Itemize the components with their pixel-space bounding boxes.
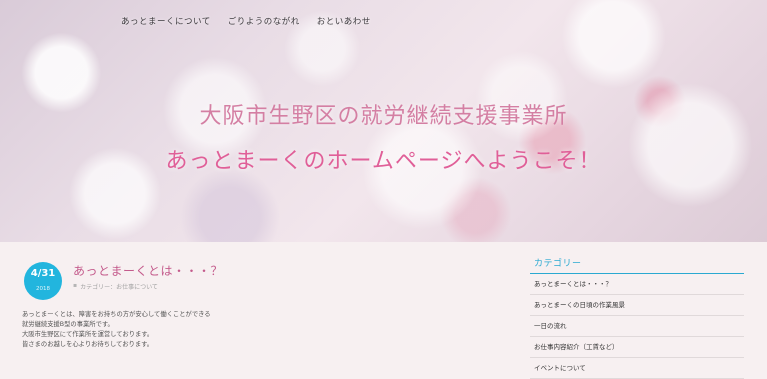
post-excerpt: あっとまーくとは、障害をお持ちの方が安心して働くことができる 就労継続支援B型の… — [22, 310, 302, 350]
folder-icon: ▪ — [73, 282, 78, 289]
post-category: ▪ カテゴリー：お仕事について — [73, 282, 158, 291]
hero-title-line2: あっとまーくのホームページへようこそ！ — [165, 149, 602, 174]
sidebar-item-about[interactable]: あっとまーくとは・・・？ — [530, 274, 744, 295]
hero-title-line1: 大阪市生野区の就労継続支援事業所 — [199, 104, 568, 129]
sidebar-heading: カテゴリー — [530, 256, 744, 274]
sidebar-item-daily-work[interactable]: あっとまーくの日頃の作業風景 — [530, 295, 744, 316]
sidebar-categories: カテゴリー あっとまーくとは・・・？ あっとまーくの日頃の作業風景 一日の流れ … — [530, 256, 744, 379]
post-category-label[interactable]: カテゴリー：お仕事について — [80, 282, 158, 291]
nav-item-contact[interactable]: おといあわせ — [317, 15, 371, 27]
sidebar-item-work-content[interactable]: お仕事内容紹介（工賃など） — [530, 337, 744, 358]
post-year: 2018 — [36, 286, 50, 292]
main-content: 4/31 2018 あっとまーくとは・・・？ ▪ カテゴリー：お仕事について あ… — [0, 242, 767, 379]
hero-banner: あっとまーくについて ごりようのながれ おといあわせ 大阪市生野区の就労継続支援… — [0, 0, 767, 242]
sidebar-item-events[interactable]: イベントについて — [530, 358, 744, 379]
post-body-line: 皆さまのお越しを心よりお待ちしております。 — [22, 341, 154, 348]
post-body-line: あっとまーくとは、障害をお持ちの方が安心して働くことができる — [22, 311, 211, 318]
main-nav: あっとまーくについて ごりようのながれ おといあわせ — [121, 15, 371, 27]
post-title-link[interactable]: あっとまーくとは・・・？ — [73, 262, 223, 279]
nav-item-flow[interactable]: ごりようのながれ — [228, 15, 300, 27]
nav-item-about[interactable]: あっとまーくについて — [121, 15, 211, 27]
post-date: 4/31 — [30, 268, 56, 279]
post-body-line: 大阪市生野区にて作業所を運営しております。 — [22, 331, 154, 338]
post-date-badge: 4/31 2018 — [24, 262, 62, 300]
post-body-line: 就労継続支援B型の事業所です。 — [22, 321, 114, 328]
sidebar-item-daily-flow[interactable]: 一日の流れ — [530, 316, 744, 337]
